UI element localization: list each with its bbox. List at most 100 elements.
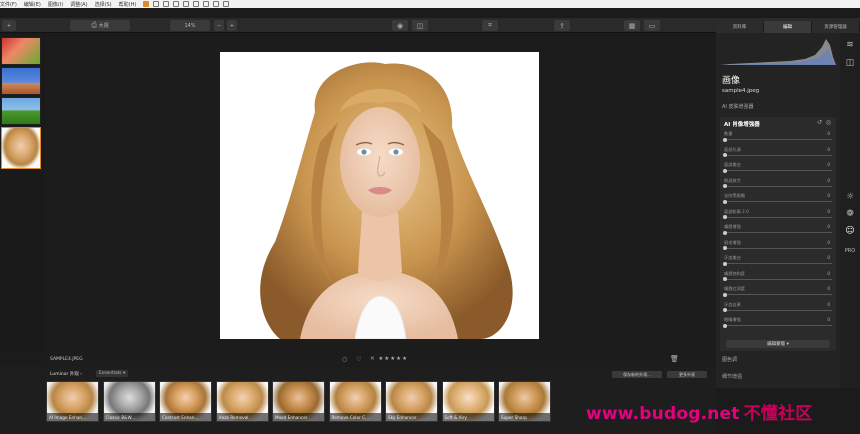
more-looks-button[interactable]: 更多外观 [667,371,707,378]
slider-knob[interactable] [723,323,727,328]
thumbnail-2[interactable] [1,67,41,95]
star-rating[interactable]: ✕ ★★★★★ [370,356,408,362]
slider-knob[interactable] [723,168,727,173]
preview-button[interactable]: ◉ [392,20,408,31]
preset-thumbnail[interactable]: Classic B&W... [102,381,156,422]
slider-label: 眉毛增强 [724,239,741,245]
thumbnail-4-selected[interactable] [1,127,41,169]
slider-knob[interactable] [723,153,727,157]
sun-icon[interactable]: ☼ [844,191,856,203]
compare-icon[interactable]: ◫ [844,57,856,69]
preset-label: Super Sharp [499,413,550,421]
view-button[interactable]: ⎙ 大视 [70,20,130,31]
menu-image[interactable]: 图像(I) [48,1,63,8]
image-icon[interactable] [223,1,230,7]
slider-track[interactable] [724,263,832,264]
thumbnail-1[interactable] [1,37,41,65]
slider-knob[interactable] [723,246,727,250]
add-button[interactable]: + [2,20,16,31]
zoom-dropdown[interactable]: 14% [170,20,210,31]
menu-file[interactable]: 文件(F) [0,1,17,8]
trash-icon[interactable]: 🗑 [670,355,679,363]
menu-adjust[interactable]: 调整(A) [70,1,87,8]
watermark-url: www.budog.net [586,404,740,424]
slider-track[interactable] [724,216,832,218]
slider-value: 0 [827,286,830,291]
single-view-button[interactable]: ▭ [644,20,660,31]
heart-icon[interactable]: ♡ [356,356,361,363]
preset-thumbnail[interactable]: AI Image Enhan... [46,381,99,422]
menu-edit[interactable]: 编辑(E) [24,1,41,8]
slider-knob[interactable] [723,199,727,204]
slider-track[interactable] [724,278,832,280]
grid-icon[interactable] [203,1,210,7]
slider-label: 数量 [724,131,733,136]
slider-track[interactable] [724,170,832,171]
save-look-button[interactable]: 保存新的外观... [612,371,662,378]
edit-mask-button[interactable]: 编辑蒙版 ▾ [726,340,830,348]
preset-thumbnail[interactable]: Super Sharp [498,381,551,422]
palette-icon[interactable]: ❁ [844,208,856,220]
tab-info[interactable]: 资源管理器 [812,21,860,33]
menu-help[interactable]: 帮助(H) [119,1,137,8]
slider-knob[interactable] [723,230,727,235]
layers-icon[interactable]: ≋ [844,39,856,51]
slider-track[interactable] [724,185,832,187]
preset-thumbnail[interactable]: Remove Color C... [328,381,382,422]
preset-thumbnail[interactable]: Soft & Airy [441,381,495,422]
slider-track[interactable] [724,325,832,326]
menu-select[interactable]: 选择(S) [95,1,112,8]
grid-view-button[interactable]: ▦ [624,20,640,31]
history-icon[interactable] [163,1,170,7]
visibility-icon[interactable]: ◎ [826,119,831,126]
preset-thumbnail[interactable]: Contrast Enhan... [159,381,212,422]
layout-icon[interactable] [193,1,200,7]
slider-knob[interactable] [723,292,727,297]
image-canvas[interactable] [46,33,713,353]
flag-icon[interactable]: ○ [342,356,347,363]
zoom-out-button[interactable]: − [214,20,224,31]
reset-icon[interactable]: ↺ [817,119,822,126]
essentials-dropdown[interactable]: Essentials ▾ [96,370,129,377]
preset-thumbnail[interactable]: Sky Enhancer [385,381,438,422]
panel-bottom-item-2[interactable]: 细节增强 [722,373,742,380]
tab-edit[interactable]: 编辑 [764,21,812,33]
slider-track[interactable] [724,232,832,233]
tab-library[interactable]: 资料库 [716,21,764,33]
ai-skin-enhancer-section[interactable]: AI 皮肤增强器 [722,103,754,110]
slider-track[interactable] [724,309,832,311]
slider-knob[interactable] [723,261,727,266]
slider-track[interactable] [724,201,832,202]
slider-knob[interactable] [723,308,727,312]
slider-track[interactable] [724,247,832,249]
face-icon[interactable]: ☺ [844,225,856,237]
zoom-in-button[interactable]: + [227,20,237,31]
luminar-icon[interactable] [143,1,150,7]
pro-icon[interactable]: PRO [844,245,856,257]
crop-button[interactable]: ⌗ [482,20,498,31]
crop-icon: ⌗ [488,21,492,29]
share-icon: ⇪ [559,21,565,30]
panel-bottom-item-1[interactable]: 图色调 [722,356,737,363]
compare-button[interactable]: ◫ [412,20,428,31]
thumbnail-3[interactable] [1,97,41,125]
looks-collection[interactable]: Luminar 外观 › [50,371,82,377]
slider-label: 去除黑眼圈 [724,193,745,198]
preset-thumbnail[interactable]: Haze Removal [215,381,269,422]
preset-label: Sky Enhancer [386,413,437,421]
export-icon[interactable] [213,1,220,7]
slider-track[interactable] [724,139,832,140]
crop-icon[interactable] [183,1,190,7]
share-button[interactable]: ⇪ [554,20,570,31]
slider-knob[interactable] [723,277,727,281]
slider-knob[interactable] [723,137,727,142]
slider-knob[interactable] [723,184,727,188]
slider-knob[interactable] [723,215,727,219]
undo-icon[interactable] [153,1,160,7]
preset-label: Classic B&W... [103,413,155,421]
slider-track[interactable] [724,294,832,295]
ai-portrait-enhancer: AI 肖像增强器 ↺ ◎ 数量 0 面部光源 0 面部美白 0 眼部放大 0 去除黑眼圈 0 面部轮… [720,117,836,351]
compare-icon[interactable] [173,1,180,7]
preset-thumbnail[interactable]: Mood Enhancer [272,381,325,422]
slider-track[interactable] [724,154,832,156]
